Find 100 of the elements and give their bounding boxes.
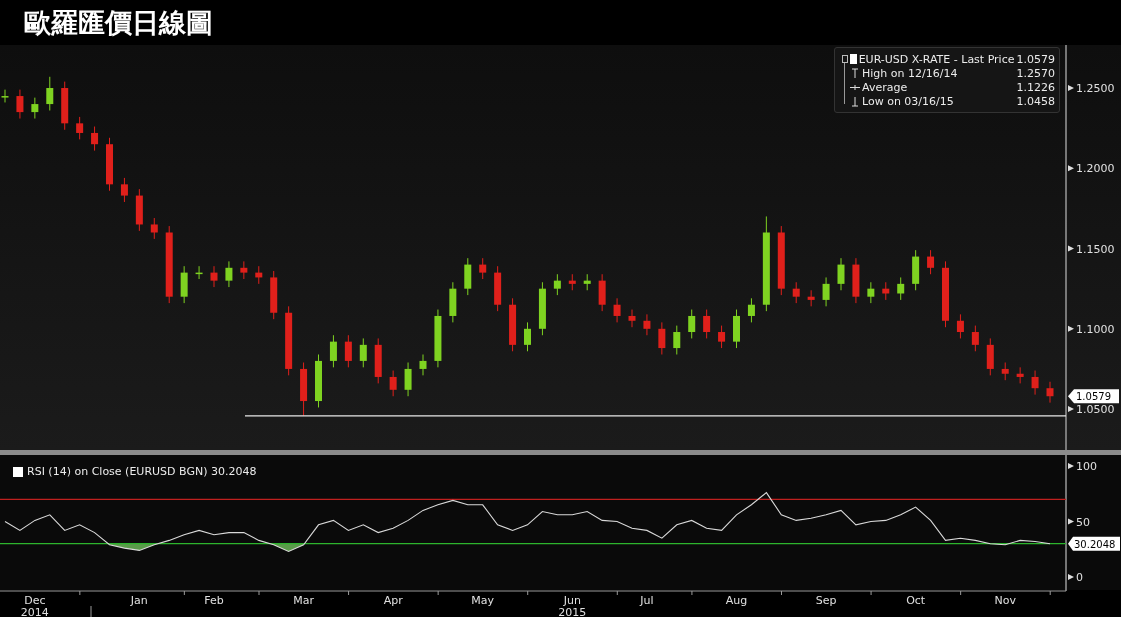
month-label: Jan [130,594,148,607]
axis-tick [1068,518,1074,525]
axis-tick [1068,463,1074,469]
candlestick [106,137,113,192]
candlestick [16,89,24,119]
legend-label: Average [862,80,908,94]
candlestick [61,81,69,131]
axis-tick [1068,325,1074,332]
candlestick [822,276,830,307]
legend-value: 1.0458 [1016,94,1055,108]
candlestick [210,265,218,288]
month-label: Sep [815,594,837,607]
collapse-icon[interactable] [842,55,848,63]
candlestick [747,297,755,323]
candlestick [494,265,502,312]
candlestick [464,257,472,296]
month-label: Feb [204,594,224,607]
candlestick [807,289,815,307]
month-label: May [471,594,495,607]
axis-label: 1.0500 [1076,403,1115,417]
low-marker-icon [850,95,860,107]
candlestick [837,257,845,291]
candlestick [404,362,412,397]
candlestick [613,297,621,323]
price-tag: 1.0579 [1068,389,1119,404]
candlestick [658,321,666,355]
legend-value: 1.2570 [1016,66,1055,80]
candlestick [135,188,143,232]
candlestick [733,309,740,349]
candlestick [419,354,427,376]
candlestick [46,76,54,111]
legend-swatch [13,466,23,477]
candlestick [315,354,322,408]
candlestick [359,337,367,368]
axis-tick [1068,85,1074,91]
candlestick [31,97,39,119]
candlestick [225,260,233,288]
candlestick [1031,370,1039,396]
candlestick [942,260,949,328]
axis-tick [1068,245,1074,252]
year-label: 2014 [20,606,49,617]
candlestick [1046,381,1054,404]
year-label: 2015 [558,606,587,617]
legend-value: 1.1226 [1016,80,1055,94]
candlestick [91,126,99,152]
candlestick [195,265,203,280]
axis-tick [1068,406,1074,413]
candlestick [598,273,606,312]
candlestick [882,281,890,301]
legend-value: 1.0579 [1016,52,1055,66]
candlestick [329,334,337,368]
axis-label: 50 [1076,515,1090,529]
month-label: Aug [725,594,748,607]
candlestick [270,270,278,320]
candlestick [538,281,546,336]
candlestick [180,265,188,304]
month-label: Dec [24,594,46,607]
candlestick [553,273,561,296]
axis-label: 0 [1076,571,1083,584]
candlestick [897,276,905,301]
candlestick [867,281,875,304]
axis-tick [1068,574,1074,580]
month-label: Jun [563,594,581,607]
candlestick [628,309,636,328]
candlestick [986,337,994,376]
candlestick [1001,362,1009,381]
legend-label: High on 12/16/14 [862,66,958,80]
candlestick [927,249,935,275]
month-label: Nov [994,594,1016,607]
legend-label: Low on 03/16/15 [862,94,954,108]
candlestick [1,89,9,103]
candlestick [389,370,397,397]
candlestick [344,334,352,368]
candlestick [643,313,651,336]
high-marker-icon [850,67,860,79]
candlestick [479,257,487,280]
axis-label: 1.2000 [1076,162,1115,176]
candlestick [777,225,785,296]
candlestick [673,325,681,355]
month-label: Oct [906,594,926,607]
chart-title: 歐羅匯價日線圖 [24,5,213,40]
axis-label: 1.1500 [1076,242,1115,256]
candlestick [509,297,517,352]
candlestick [912,249,920,291]
candlestick [568,273,576,291]
candlestick [524,321,531,352]
month-label: Apr [383,594,403,607]
candlestick [852,257,860,304]
legend-label: EUR-USD X-RATE - Last Price [858,52,1015,66]
candlestick [718,325,726,349]
candlestick [703,309,711,339]
candlestick [449,281,457,323]
candlestick [76,116,84,140]
candlestick [583,273,591,291]
candlestick [688,309,696,339]
candlestick [120,177,128,203]
legend-label: RSI (14) on Close (EURUSD BGN) 30.2048 [27,465,257,478]
axis-label: 100 [1076,460,1097,473]
candlestick [240,260,248,280]
month-label: Mar [293,594,314,607]
